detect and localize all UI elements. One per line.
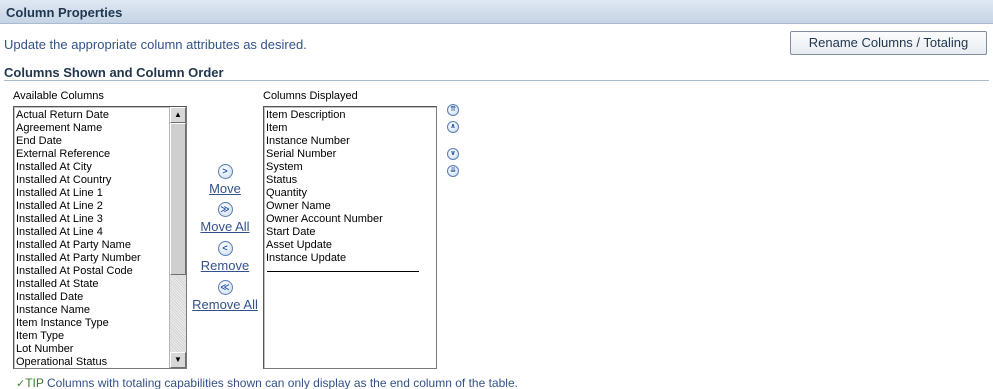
remove-all-icon[interactable]: ≪ — [217, 280, 233, 295]
section-header: Column Properties — [0, 0, 993, 24]
list-separator — [267, 271, 419, 272]
list-option[interactable]: Installed At Line 1 — [14, 187, 169, 200]
available-columns-list[interactable]: Actual Return Date Agreement Name End Date… — [13, 106, 187, 369]
list-option[interactable]: Installed At Party Number — [14, 252, 169, 265]
tip: ✓TIP Columns with totaling capabilities … — [16, 376, 518, 389]
list-option[interactable]: Actual Return Date — [14, 109, 169, 122]
list-option[interactable]: Owner Name — [264, 200, 436, 213]
move-icon[interactable]: > — [217, 164, 233, 179]
rename-columns-button[interactable]: Rename Columns / Totaling — [790, 31, 987, 55]
scroll-up-arrow-icon[interactable]: ▲ — [170, 107, 186, 123]
list-option[interactable]: Operational Status — [14, 356, 169, 368]
list-option[interactable]: Asset Update — [264, 239, 436, 252]
checkmark-icon: ✓ — [16, 378, 26, 389]
section-title: Column Properties — [6, 5, 123, 20]
list-option[interactable]: System — [264, 161, 436, 174]
columns-displayed-list[interactable]: Item Description Item Instance Number Seria… — [263, 106, 437, 369]
available-scrollbar[interactable]: ▲ ▼ — [169, 107, 186, 368]
displayed-options: Item Description Item Instance Number Seria… — [264, 107, 436, 265]
list-option[interactable]: External Reference — [14, 148, 169, 161]
list-option[interactable]: Installed At Line 4 — [14, 226, 169, 239]
remove-all-control[interactable]: ≪ Remove All — [191, 279, 259, 312]
move-all-control[interactable]: ≫ Move All — [199, 201, 251, 234]
list-option[interactable]: Instance Number — [264, 135, 436, 148]
list-option[interactable]: Instance Name — [14, 304, 169, 317]
list-option[interactable]: Owner Account Number — [264, 213, 436, 226]
list-option[interactable]: Installed At Postal Code — [14, 265, 169, 278]
list-option[interactable]: Installed At Country — [14, 174, 169, 187]
list-option[interactable]: Installed At City — [14, 161, 169, 174]
instruction-text: Update the appropriate column attributes… — [4, 37, 307, 52]
columns-displayed-label: Columns Displayed — [263, 90, 358, 102]
list-option[interactable]: Item Description — [264, 109, 436, 122]
tip-label: TIP — [25, 376, 44, 389]
scroll-down-arrow-icon[interactable]: ▼ — [170, 352, 186, 368]
scroll-thumb[interactable] — [170, 123, 186, 275]
remove-all-link[interactable]: Remove All — [191, 297, 259, 312]
list-option[interactable]: Item Instance Type — [14, 317, 169, 330]
list-option[interactable]: Instance Update — [264, 252, 436, 265]
move-up-icon[interactable]: ∧ — [447, 121, 459, 133]
list-option[interactable]: Installed At Party Name — [14, 239, 169, 252]
list-option[interactable]: Installed At Line 3 — [14, 213, 169, 226]
list-option[interactable]: End Date — [14, 135, 169, 148]
list-option[interactable]: Item Type — [14, 330, 169, 343]
list-option[interactable]: Serial Number — [264, 148, 436, 161]
remove-control[interactable]: < Remove — [199, 240, 251, 273]
list-option[interactable]: Lot Number — [14, 343, 169, 356]
move-to-top-icon[interactable]: ⇈ — [447, 104, 459, 116]
subsection-header: Columns Shown and Column Order — [4, 65, 989, 81]
available-columns-label: Available Columns — [13, 90, 104, 102]
list-option[interactable]: Start Date — [264, 226, 436, 239]
available-options: Actual Return Date Agreement Name End Date… — [14, 107, 169, 368]
move-link[interactable]: Move — [203, 181, 247, 196]
move-to-bottom-icon[interactable]: ⇊ — [447, 165, 459, 177]
tip-text: Columns with totaling capabilities shown… — [47, 376, 518, 389]
list-option[interactable]: Quantity — [264, 187, 436, 200]
remove-icon[interactable]: < — [217, 241, 233, 256]
remove-link[interactable]: Remove — [199, 258, 251, 273]
list-option[interactable]: Status — [264, 174, 436, 187]
list-option[interactable]: Agreement Name — [14, 122, 169, 135]
list-option[interactable]: Installed At Line 2 — [14, 200, 169, 213]
move-all-icon[interactable]: ≫ — [217, 202, 233, 217]
list-option[interactable]: Installed Date — [14, 291, 169, 304]
move-down-icon[interactable]: ∨ — [447, 148, 459, 160]
move-all-link[interactable]: Move All — [199, 219, 251, 234]
move-control[interactable]: > Move — [203, 163, 247, 196]
list-option[interactable]: Item — [264, 122, 436, 135]
list-option[interactable]: Installed At State — [14, 278, 169, 291]
